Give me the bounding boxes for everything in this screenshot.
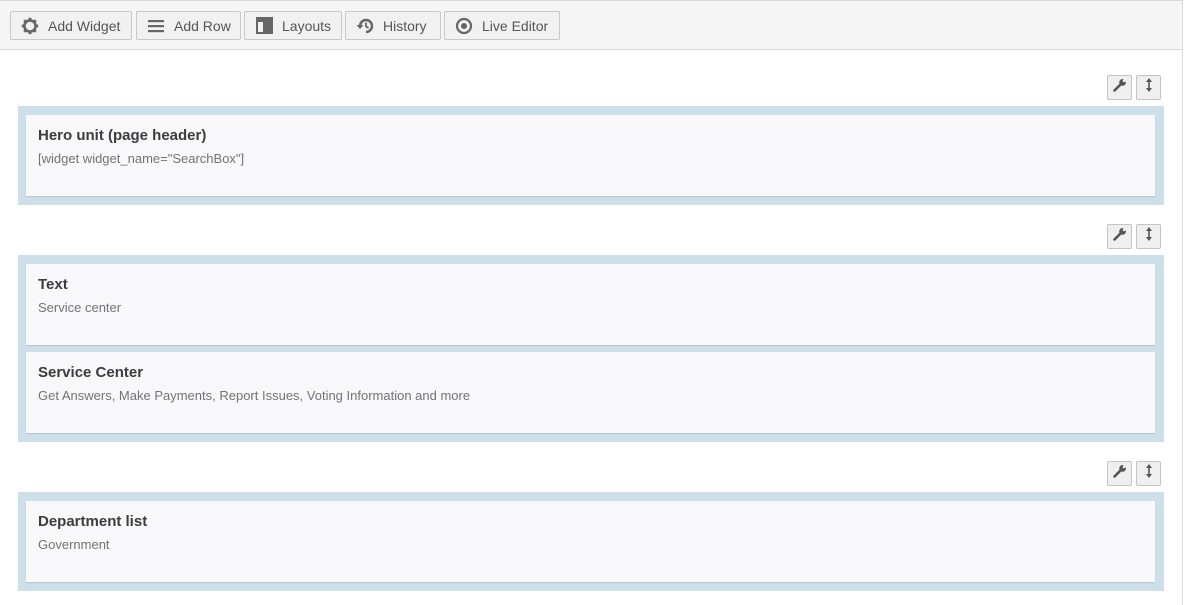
menu-lines-icon (147, 17, 165, 35)
row-3-tools (1107, 461, 1163, 487)
history-label: History (383, 17, 427, 34)
layouts-label: Layouts (282, 17, 332, 34)
layout-icon (255, 17, 273, 35)
history-button[interactable]: History (345, 11, 441, 40)
add-row-button[interactable]: Add Row (136, 11, 241, 40)
widget-title: Department list (38, 513, 148, 530)
widget-title: Hero unit (page header) (38, 127, 207, 144)
page-builder-toolbar: Add Widget Add Row Layouts History Live … (0, 0, 1183, 50)
widget-service-center[interactable]: Service Center Get Answers, Make Payment… (26, 352, 1155, 433)
widget-text[interactable]: Text Service center (26, 264, 1155, 345)
row-3-move-handle[interactable] (1136, 461, 1161, 486)
move-vertical-icon (1144, 463, 1154, 484)
widget-department-list[interactable]: Department list Government (26, 501, 1155, 582)
add-widget-label: Add Widget (48, 17, 121, 34)
widget-description: Get Answers, Make Payments, Report Issue… (38, 388, 471, 403)
move-vertical-icon (1144, 226, 1154, 247)
history-icon (356, 17, 374, 35)
row-2: Text Service center Service Center Get A… (18, 255, 1164, 442)
row-2-tools (1107, 224, 1163, 250)
wrench-icon (1112, 464, 1127, 483)
row-1-tools (1107, 75, 1163, 101)
add-widget-button[interactable]: Add Widget (10, 11, 132, 40)
widget-description: Service center (38, 300, 122, 315)
widget-hero-unit[interactable]: Hero unit (page header) [widget widget_n… (26, 115, 1155, 196)
widget-description: Government (38, 537, 110, 552)
vertical-scroll-border (1182, 48, 1183, 605)
row-1-move-handle[interactable] (1136, 75, 1161, 100)
wrench-icon (1112, 227, 1127, 246)
row-2-edit-button[interactable] (1107, 224, 1132, 249)
widget-title: Text (38, 276, 68, 293)
row-3-edit-button[interactable] (1107, 461, 1132, 486)
live-editor-label: Live Editor (482, 17, 549, 34)
row-2-move-handle[interactable] (1136, 224, 1161, 249)
row-1: Hero unit (page header) [widget widget_n… (18, 106, 1164, 205)
add-row-label: Add Row (174, 17, 231, 34)
live-editor-button[interactable]: Live Editor (444, 11, 560, 40)
row-3: Department list Government (18, 492, 1164, 591)
move-vertical-icon (1144, 77, 1154, 98)
widget-description: [widget widget_name="SearchBox"] (38, 151, 245, 166)
eye-icon (455, 17, 473, 35)
wrench-icon (1112, 78, 1127, 97)
widget-title: Service Center (38, 364, 144, 381)
row-1-edit-button[interactable] (1107, 75, 1132, 100)
layouts-button[interactable]: Layouts (244, 11, 342, 40)
gear-icon (21, 17, 39, 35)
